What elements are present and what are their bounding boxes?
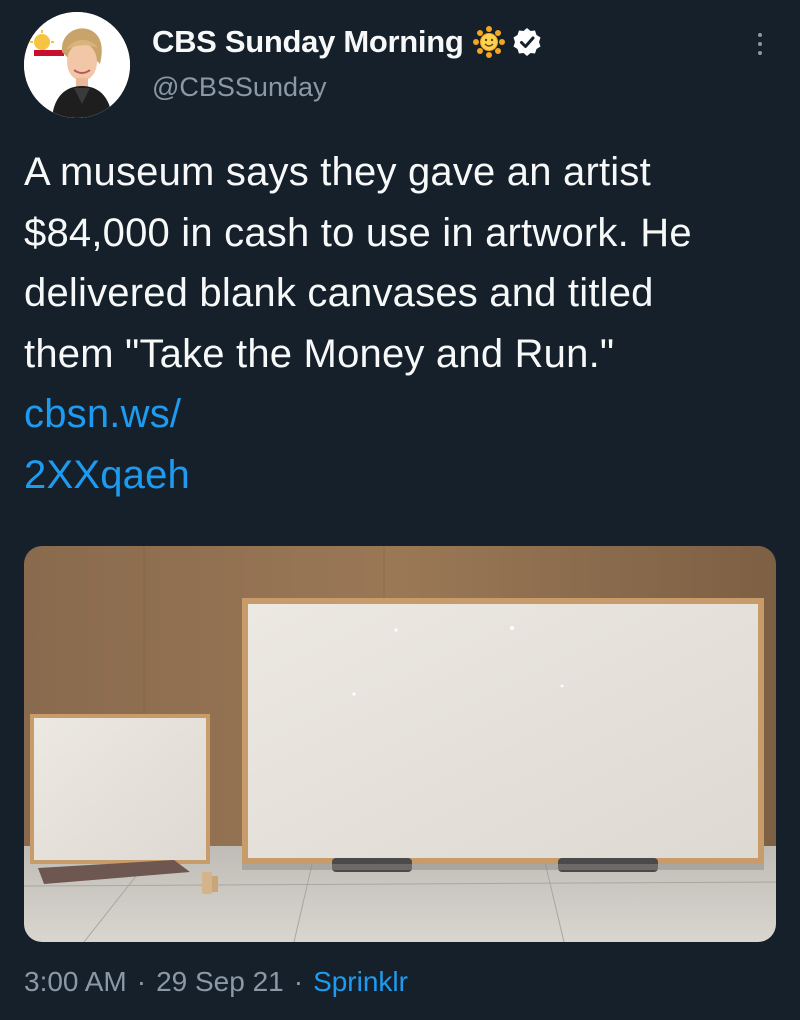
tweet-media-image[interactable] bbox=[24, 546, 776, 942]
avatar[interactable] bbox=[24, 12, 130, 118]
tweet-date[interactable]: 29 Sep 21 bbox=[156, 966, 284, 997]
tweet-time[interactable]: 3:00 AM bbox=[24, 966, 127, 997]
more-dot-icon bbox=[758, 42, 762, 46]
verified-badge-icon bbox=[512, 27, 542, 57]
tweet-meta: 3:00 AM · 29 Sep 21 · Sprinklr bbox=[24, 966, 408, 998]
author-name-row: CBS Sunday Morning bbox=[152, 22, 542, 62]
blank-canvases-photo bbox=[24, 546, 776, 942]
tweet-card: CBS Sunday Morning @CBSSunday A museum s… bbox=[0, 0, 800, 1020]
avatar-photo bbox=[24, 12, 130, 118]
tweet-body: A museum says they gave an artist $84,00… bbox=[24, 150, 692, 376]
tweet-source-link[interactable]: Sprinklr bbox=[313, 966, 408, 997]
more-dot-icon bbox=[758, 33, 762, 37]
meta-separator: · bbox=[136, 966, 147, 997]
author-display-name[interactable]: CBS Sunday Morning bbox=[152, 24, 464, 60]
sun-emoji-icon bbox=[472, 25, 506, 59]
tweet-link[interactable]: cbsn.ws/ 2XXqaeh bbox=[24, 392, 190, 497]
more-options-button[interactable] bbox=[750, 24, 770, 64]
more-dot-icon bbox=[758, 51, 762, 55]
meta-separator: · bbox=[293, 966, 304, 997]
tweet-text: A museum says they gave an artist $84,00… bbox=[24, 142, 744, 505]
author-handle[interactable]: @CBSSunday bbox=[152, 72, 327, 103]
